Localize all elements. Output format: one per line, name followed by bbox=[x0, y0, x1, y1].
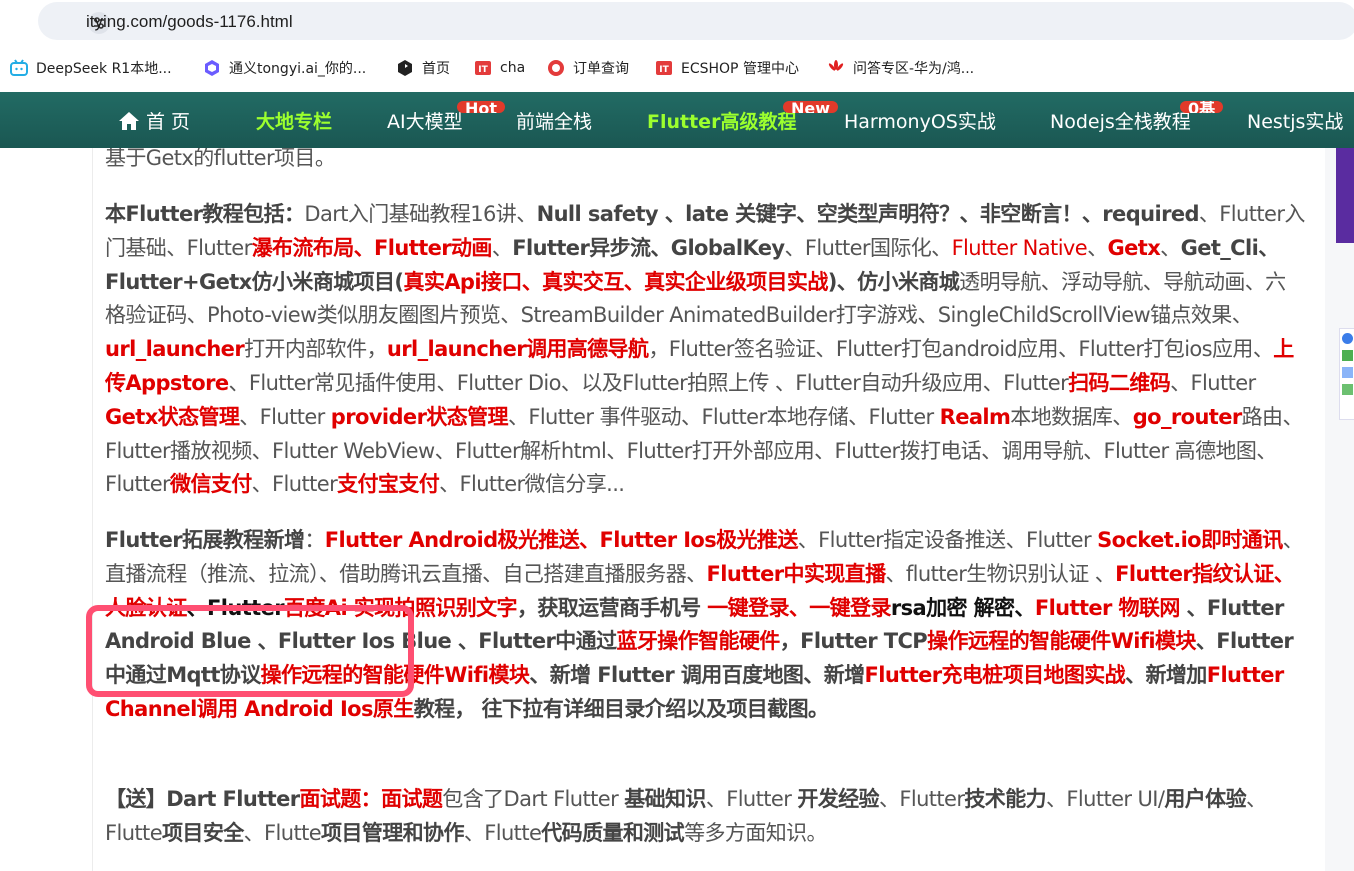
nav-item-frontend[interactable]: 前端全栈 bbox=[516, 107, 592, 134]
nav-item-nestjs[interactable]: Nestjs实战 bbox=[1247, 107, 1343, 134]
side-tool-icon[interactable] bbox=[1342, 333, 1353, 344]
course-contents-paragraph: 本Flutter教程包括：Dart入门基础教程16讲、Null safety 、… bbox=[105, 202, 1305, 497]
right-side-widget bbox=[1325, 92, 1354, 871]
bookmark-tongyi[interactable]: 通义tongyi.ai_你的... bbox=[203, 57, 366, 79]
svg-text:IT: IT bbox=[478, 65, 488, 75]
nav-item-harmony[interactable]: HarmonyOS实战 bbox=[844, 107, 996, 134]
site-nav: 首 页 大地专栏 AI大模型 Hot 前端全栈 Flutter高级教程 New Ha… bbox=[0, 92, 1354, 148]
itying-icon: IT bbox=[474, 59, 492, 77]
interview-paragraph: 【送】Dart Flutter面试题：面试题包含了Dart Flutter 基础… bbox=[105, 787, 1267, 845]
nav-item-ai[interactable]: AI大模型 Hot bbox=[387, 101, 506, 134]
address-bar: itying.com/goods-1176.html bbox=[0, 0, 1354, 44]
new-badge: New bbox=[783, 101, 839, 113]
zero-basis-badge: 0基 bbox=[1180, 101, 1224, 113]
order-icon bbox=[547, 59, 565, 77]
nav-home[interactable]: 首 页 bbox=[118, 107, 190, 134]
home-icon bbox=[119, 111, 139, 130]
highlight-box bbox=[86, 605, 414, 697]
article-content: 基于Getx的flutter项目。 本Flutter教程包括：Dart入门基础教… bbox=[92, 92, 1326, 871]
hot-badge: Hot bbox=[457, 101, 506, 113]
side-tool-icon[interactable] bbox=[1342, 384, 1353, 395]
bookmark-ecshop[interactable]: IT ECSHOP 管理中心 bbox=[655, 57, 799, 79]
bookmarks-bar: DeepSeek R1本地... 通义tongyi.ai_你的... 首页 IT… bbox=[0, 44, 1354, 92]
bookmark-home[interactable]: 首页 bbox=[396, 57, 450, 79]
bookmark-order[interactable]: 订单查询 bbox=[547, 57, 629, 79]
side-banner[interactable] bbox=[1336, 147, 1354, 243]
tongyi-icon bbox=[203, 59, 221, 77]
itying-icon: IT bbox=[655, 59, 673, 77]
nav-item-nodejs[interactable]: Nodejs全栈教程 0基 bbox=[1050, 101, 1224, 134]
huawei-icon bbox=[827, 59, 845, 77]
bookmark-cha[interactable]: IT cha bbox=[474, 57, 525, 79]
bookmark-huawei[interactable]: 问答专区-华为/鸿... bbox=[827, 57, 974, 79]
nav-item-dadi[interactable]: 大地专栏 bbox=[256, 107, 332, 134]
bilibili-icon bbox=[10, 59, 28, 77]
cursor-logo-icon bbox=[396, 59, 414, 77]
side-tool-icon[interactable] bbox=[1342, 367, 1353, 378]
url-text: itying.com/goods-1176.html bbox=[86, 12, 293, 31]
bookmark-deepseek[interactable]: DeepSeek R1本地... bbox=[10, 57, 172, 79]
nav-item-flutter[interactable]: Flutter高级教程 New bbox=[647, 101, 839, 134]
url-field[interactable]: itying.com/goods-1176.html bbox=[38, 2, 1354, 40]
side-toolbar[interactable] bbox=[1339, 328, 1354, 420]
side-tool-icon[interactable] bbox=[1342, 350, 1353, 361]
svg-text:IT: IT bbox=[659, 65, 669, 75]
